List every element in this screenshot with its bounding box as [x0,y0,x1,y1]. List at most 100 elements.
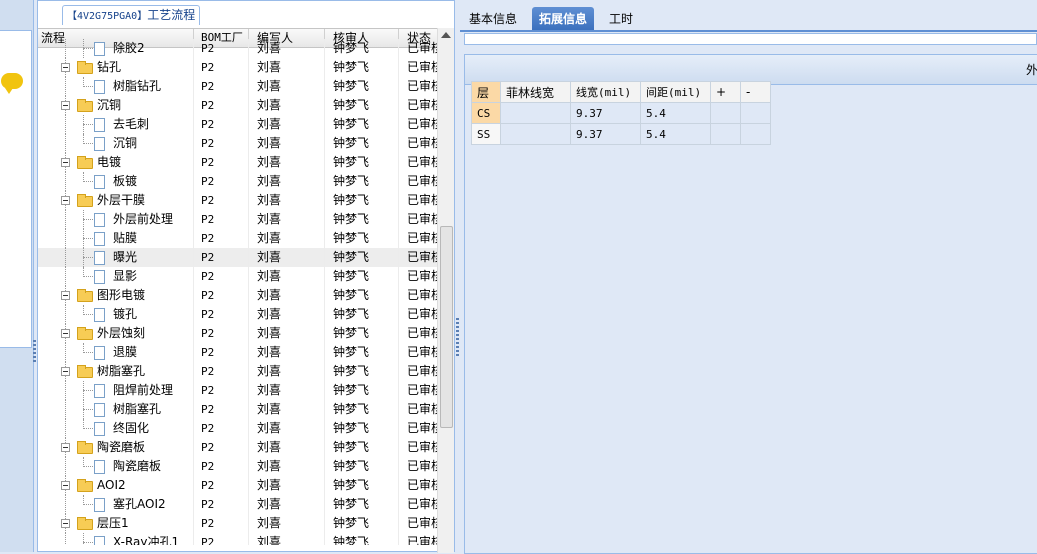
collapse-toggle-icon[interactable] [61,196,70,205]
collapse-toggle-icon[interactable] [61,101,70,110]
tree-cell[interactable]: 树脂钻孔 [38,77,194,96]
cell-film-width[interactable] [500,123,571,145]
scrollbar-thumb[interactable] [440,226,453,428]
tree-cell[interactable]: 塞孔AOI2 [38,495,194,514]
tree-item-row[interactable]: 去毛刺 P2刘喜钟梦飞已审核 [38,115,438,134]
cell-bom[interactable]: P2 [194,77,249,96]
tree-cell[interactable]: 树脂塞孔 [38,400,194,419]
tree-item-row[interactable]: 终固化 P2刘喜钟梦飞已审核 [38,419,438,438]
tree-item-row[interactable]: 显影 P2刘喜钟梦飞已审核 [38,267,438,286]
tree-folder-row[interactable]: 电镀 P2刘喜钟梦飞已审核 [38,153,438,172]
cell-bom[interactable]: P2 [194,457,249,476]
tree-folder-row[interactable]: AOI2 P2刘喜钟梦飞已审核 [38,476,438,495]
table-row[interactable]: CS 9.37 5.4 [471,102,771,124]
center-splitter-grip[interactable] [456,318,459,358]
cell-status[interactable]: 已审核 [399,362,438,381]
cell-status[interactable]: 已审核 [399,58,438,77]
collapse-toggle-icon[interactable] [61,481,70,490]
tree-cell[interactable]: 阻焊前处理 [38,381,194,400]
cell-bom[interactable]: P2 [194,286,249,305]
process-tab[interactable]: 【4V2G75PGA0】工艺流程 [62,5,201,25]
table-row[interactable]: SS 9.37 5.4 [471,123,771,145]
cell-writer[interactable]: 刘喜 [249,343,325,362]
cell-status[interactable]: 已审核 [399,153,438,172]
cell-bom[interactable]: P2 [194,210,249,229]
cell-writer[interactable]: 刘喜 [249,514,325,533]
cell-status[interactable]: 已审核 [399,419,438,438]
cell-bom[interactable]: P2 [194,495,249,514]
cell-reviewer[interactable]: 钟梦飞 [325,39,399,58]
cell-writer[interactable]: 刘喜 [249,400,325,419]
cell-writer[interactable]: 刘喜 [249,457,325,476]
cell-writer[interactable]: 刘喜 [249,153,325,172]
tree-cell[interactable]: 沉铜 [38,96,194,115]
cell-bom[interactable]: P2 [194,438,249,457]
cell-writer[interactable]: 刘喜 [249,267,325,286]
tree-cell[interactable]: 镀孔 [38,305,194,324]
tree-folder-row[interactable]: 陶瓷磨板 P2刘喜钟梦飞已审核 [38,438,438,457]
collapse-toggle-icon[interactable] [61,63,70,72]
tab-extended-info[interactable]: 拓展信息 [532,7,595,31]
cell-reviewer[interactable]: 钟梦飞 [325,400,399,419]
collapse-toggle-icon[interactable] [61,443,70,452]
cell-bom[interactable]: P2 [194,267,249,286]
tree-item-row[interactable]: 退膜 P2刘喜钟梦飞已审核 [38,343,438,362]
cell-status[interactable]: 已审核 [399,381,438,400]
th-plus[interactable]: + [710,81,741,103]
collapse-toggle-icon[interactable] [61,158,70,167]
cell-bom[interactable]: P2 [194,400,249,419]
cell-reviewer[interactable]: 钟梦飞 [325,305,399,324]
left-splitter-grip[interactable] [33,340,36,362]
cell-status[interactable]: 已审核 [399,96,438,115]
cell-reviewer[interactable]: 钟梦飞 [325,134,399,153]
cell-status[interactable]: 已审核 [399,286,438,305]
cell-status[interactable]: 已审核 [399,248,438,267]
cell-bom[interactable]: P2 [194,324,249,343]
cell-reviewer[interactable]: 钟梦飞 [325,343,399,362]
th-line-width[interactable]: 线宽(mil) [570,81,641,103]
tree-cell[interactable]: AOI2 [38,476,194,495]
cell-bom[interactable]: P2 [194,229,249,248]
cell-writer[interactable]: 刘喜 [249,438,325,457]
cell-line-width[interactable]: 9.37 [570,102,641,124]
th-minus[interactable]: - [740,81,771,103]
cell-bom[interactable]: P2 [194,476,249,495]
tree-folder-row[interactable]: 外层蚀刻 P2刘喜钟梦飞已审核 [38,324,438,343]
th-layer[interactable]: 层 [471,81,501,103]
tree-cell[interactable]: 曝光 [38,248,194,267]
tree-cell[interactable]: 外层前处理 [38,210,194,229]
tab-basic-info[interactable]: 基本信息 [462,7,524,31]
cell-reviewer[interactable]: 钟梦飞 [325,210,399,229]
cell-reviewer[interactable]: 钟梦飞 [325,476,399,495]
cell-plus[interactable] [710,102,741,124]
scroll-up-arrow-icon[interactable] [441,32,451,38]
cell-status[interactable]: 已审核 [399,457,438,476]
cell-line-width[interactable]: 9.37 [570,123,641,145]
cell-status[interactable]: 已审核 [399,438,438,457]
cell-bom[interactable]: P2 [194,362,249,381]
cell-reviewer[interactable]: 钟梦飞 [325,58,399,77]
tree-cell[interactable]: 贴膜 [38,229,194,248]
th-film-width[interactable]: 菲林线宽 [500,81,571,103]
tree-cell[interactable]: 钻孔 [38,58,194,77]
cell-reviewer[interactable]: 钟梦飞 [325,324,399,343]
cell-reviewer[interactable]: 钟梦飞 [325,381,399,400]
tree-cell[interactable]: 外层干膜 [38,191,194,210]
cell-bom[interactable]: P2 [194,191,249,210]
tree-item-row[interactable]: 镀孔 P2刘喜钟梦飞已审核 [38,305,438,324]
cell-status[interactable]: 已审核 [399,324,438,343]
tree-item-row[interactable]: 板镀 P2刘喜钟梦飞已审核 [38,172,438,191]
cell-status[interactable]: 已审核 [399,191,438,210]
tree-cell[interactable]: 退膜 [38,343,194,362]
cell-minus[interactable] [740,102,771,124]
cell-writer[interactable]: 刘喜 [249,210,325,229]
cell-writer[interactable]: 刘喜 [249,495,325,514]
cell-bom[interactable]: P2 [194,514,249,533]
collapse-toggle-icon[interactable] [61,329,70,338]
tree-folder-row[interactable]: 图形电镀 P2刘喜钟梦飞已审核 [38,286,438,305]
cell-reviewer[interactable]: 钟梦飞 [325,362,399,381]
cell-reviewer[interactable]: 钟梦飞 [325,495,399,514]
cell-reviewer[interactable]: 钟梦飞 [325,457,399,476]
cell-bom[interactable]: P2 [194,343,249,362]
cell-bom[interactable]: P2 [194,134,249,153]
